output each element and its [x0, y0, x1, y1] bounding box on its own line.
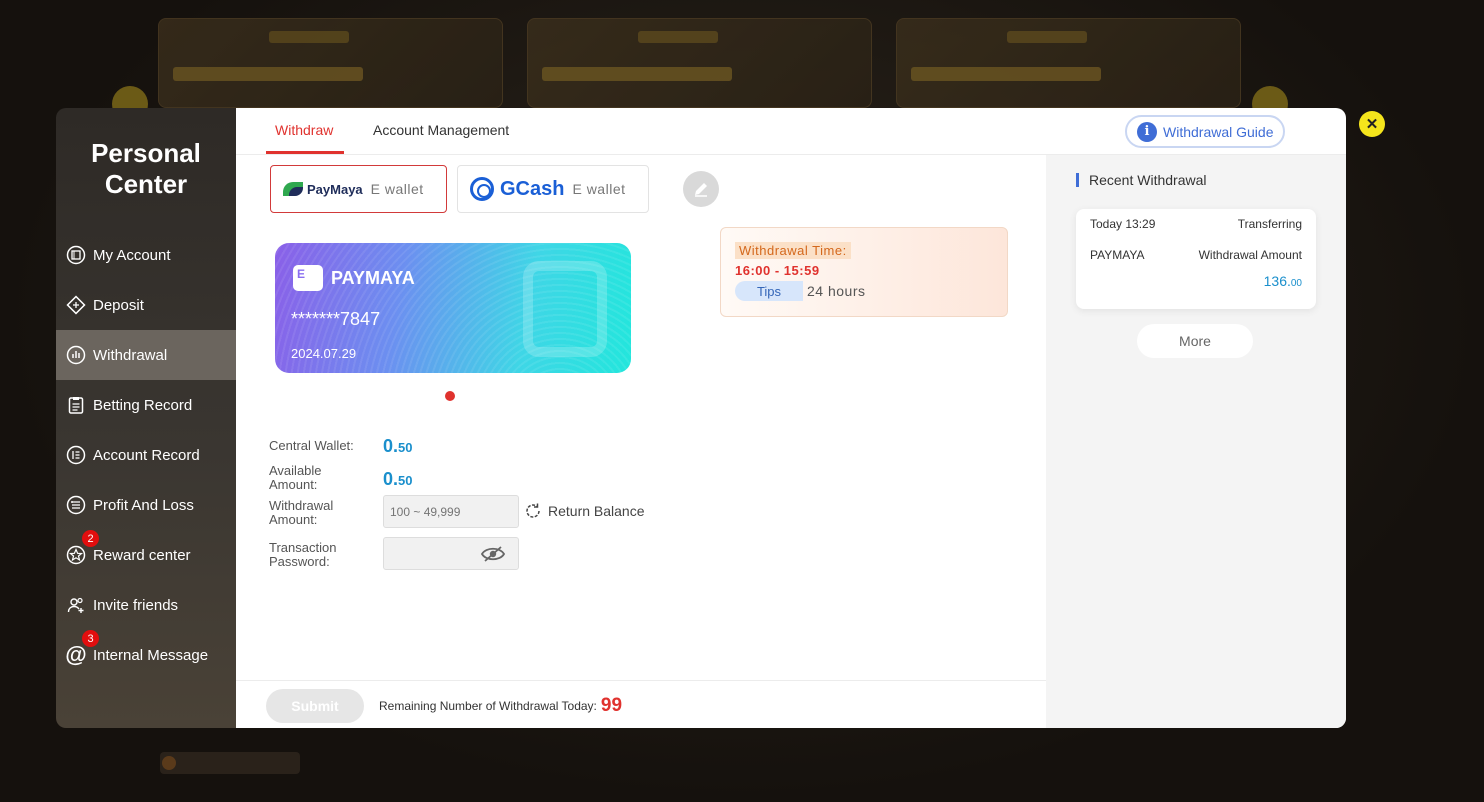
- withdraw-panel: Withdraw Account Management i Withdrawal…: [236, 108, 1346, 728]
- sidebar-title: Personal Center: [56, 138, 236, 200]
- available-amount-label: Available Amount:: [269, 463, 322, 492]
- withdrawal-time-range: 16:00 - 15:59: [735, 263, 820, 278]
- sidebar-item-betting-record[interactable]: Betting Record: [56, 380, 236, 430]
- submit-button[interactable]: Submit: [266, 689, 364, 723]
- notification-badge: 2: [82, 530, 99, 547]
- edit-wallet-button[interactable]: [683, 171, 719, 207]
- sidebar-item-my-account[interactable]: My Account: [56, 230, 236, 280]
- background-hot-games: [160, 752, 300, 774]
- eye-hidden-icon[interactable]: [481, 545, 505, 563]
- sidebar-item-label: Internal Message: [93, 646, 209, 664]
- tab-bar: Withdraw Account Management i Withdrawal…: [236, 108, 1346, 155]
- wallet-type-label: E wallet: [572, 181, 626, 197]
- sidebar-item-invite-friends[interactable]: Invite friends: [56, 580, 236, 630]
- withdrawal-amount-value: 136.00: [1263, 273, 1302, 289]
- info-icon: i: [1137, 121, 1157, 142]
- sidebar-item-internal-message[interactable]: @ Internal Message 3: [56, 630, 236, 680]
- withdrawal-amount-input[interactable]: [383, 495, 519, 528]
- carousel-indicator[interactable]: [445, 391, 455, 401]
- background-banner: [527, 18, 872, 108]
- gcash-logo: GCash: [470, 177, 564, 201]
- refresh-icon: [526, 503, 540, 518]
- more-button[interactable]: More: [1137, 324, 1253, 358]
- recent-withdrawal-panel: Recent Withdrawal Today 13:29 Transferri…: [1046, 155, 1346, 728]
- tips-tag: Tips: [735, 281, 803, 301]
- sidebar-item-reward-center[interactable]: Reward center 2: [56, 530, 236, 580]
- background-banner: [158, 18, 503, 108]
- remaining-count: 99: [600, 695, 623, 716]
- close-button[interactable]: ✕: [1359, 111, 1385, 137]
- tab-withdraw[interactable]: Withdraw: [275, 122, 333, 138]
- sidebar-item-profit-and-loss[interactable]: Profit And Loss: [56, 480, 236, 530]
- paymaya-logo: PayMaya: [283, 182, 363, 197]
- withdrawal-guide-label: Withdrawal Guide: [1163, 123, 1274, 140]
- central-wallet-value: 0.50: [383, 436, 413, 456]
- available-amount-value: 0.50: [383, 469, 413, 489]
- sidebar-item-label: Profit And Loss: [93, 496, 194, 514]
- ewallet-icon: E: [293, 265, 323, 291]
- account-icon: [66, 245, 86, 265]
- card-date: 2024.07.29: [291, 346, 357, 361]
- central-wallet-label: Central Wallet:: [269, 438, 354, 453]
- card-wallet-name: PAYMAYA: [331, 268, 415, 288]
- withdrawal-guide-button[interactable]: i Withdrawal Guide: [1125, 115, 1285, 148]
- invite-friends-icon: [66, 595, 86, 615]
- notification-badge: 3: [82, 630, 99, 647]
- withdrawal-time-label: Withdrawal Time:: [735, 242, 851, 259]
- star-icon: [66, 545, 86, 565]
- sidebar: Personal Center My Account Deposit Withd…: [56, 108, 236, 728]
- background-banner: [896, 18, 1241, 108]
- sidebar-title-line2: Center: [104, 169, 188, 199]
- withdrawal-amount-label: Withdrawal Amount: [1198, 248, 1302, 262]
- sidebar-item-label: Account Record: [93, 446, 200, 464]
- withdrawal-status: Transferring: [1237, 217, 1302, 231]
- sidebar-title-line1: Personal: [91, 138, 201, 168]
- deposit-icon: [66, 295, 86, 315]
- close-icon: ✕: [1365, 116, 1379, 133]
- withdrawal-time-info: Withdrawal Time: 16:00 - 15:59 Tips 24 h…: [720, 227, 1008, 317]
- withdrawal-icon: [66, 345, 86, 365]
- return-balance-label: Return Balance: [548, 503, 645, 519]
- remaining-label: Remaining Number of Withdrawal Today:: [379, 699, 597, 713]
- remaining-withdrawals: Remaining Number of Withdrawal Today: 99: [379, 695, 622, 717]
- sidebar-item-label: Invite friends: [93, 596, 179, 614]
- transaction-password-label: Transaction Password:: [269, 540, 337, 569]
- withdrawal-method: PAYMAYA: [1090, 248, 1145, 262]
- recent-withdrawal-item[interactable]: Today 13:29 Transferring PAYMAYA Withdra…: [1076, 209, 1316, 309]
- sidebar-item-label: My Account: [93, 246, 171, 264]
- sidebar-item-account-record[interactable]: Account Record: [56, 430, 236, 480]
- sidebar-item-deposit[interactable]: Deposit: [56, 280, 236, 330]
- tab-account-management[interactable]: Account Management: [373, 122, 509, 138]
- tips-text: 24 hours: [807, 283, 866, 299]
- active-tab-indicator: [266, 151, 344, 154]
- profit-loss-icon: [66, 495, 86, 515]
- record-icon: [66, 445, 86, 465]
- withdrawal-amount-label: Withdrawal Amount:: [269, 498, 334, 527]
- sidebar-item-label: Deposit: [93, 296, 144, 314]
- wallet-type-label: E wallet: [370, 181, 424, 197]
- card-number: *******7847: [291, 309, 381, 329]
- card-watermark: [523, 261, 607, 357]
- at-sign-icon: @: [65, 642, 87, 667]
- wallet-option-paymaya[interactable]: PayMaya E wallet: [270, 165, 447, 213]
- sidebar-item-label: Betting Record: [93, 396, 193, 414]
- sidebar-item-label: Withdrawal: [93, 346, 168, 364]
- recent-withdrawal-title: Recent Withdrawal: [1076, 173, 1207, 187]
- sidebar-item-label: Reward center: [93, 546, 191, 564]
- sidebar-item-withdrawal[interactable]: Withdrawal: [56, 330, 236, 380]
- wallet-option-gcash[interactable]: GCash E wallet: [457, 165, 649, 213]
- clipboard-icon: [66, 395, 86, 415]
- withdrawal-date: Today 13:29: [1090, 217, 1156, 231]
- form-footer: Submit Remaining Number of Withdrawal To…: [236, 680, 1046, 728]
- pencil-icon: [695, 183, 707, 197]
- return-balance-button[interactable]: Return Balance: [523, 501, 645, 521]
- selected-wallet-card[interactable]: E PAYMAYA *******7847 2024.07.29: [275, 243, 631, 373]
